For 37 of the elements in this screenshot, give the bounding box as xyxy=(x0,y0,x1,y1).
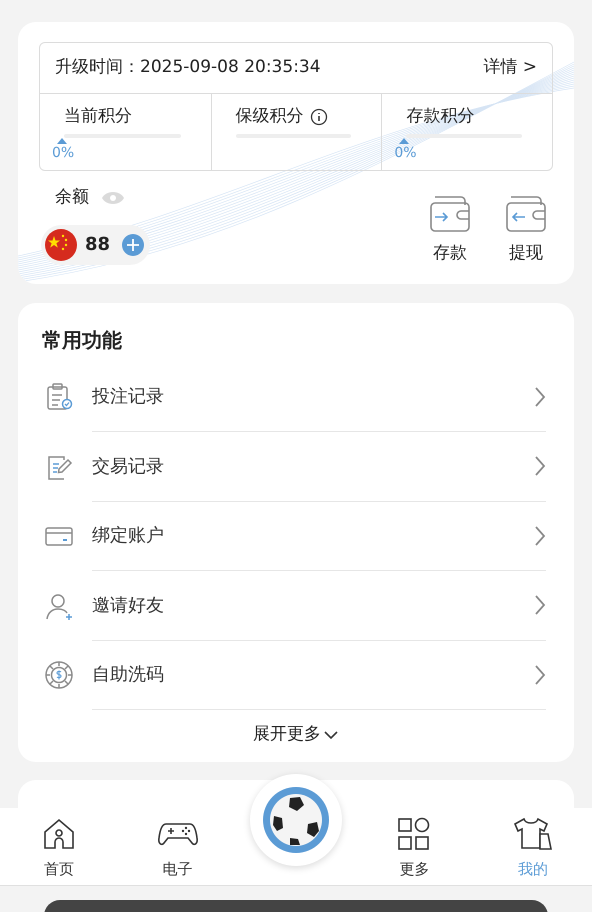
chevron-right-icon xyxy=(534,386,546,408)
nav-tab[interactable]: 更多 xyxy=(355,808,474,885)
coin-chip-icon xyxy=(44,660,74,690)
menu-item[interactable]: 投注记录 xyxy=(18,362,574,432)
nav-tab[interactable]: 电子 xyxy=(118,808,237,885)
points-label: 存款积分 xyxy=(406,105,474,128)
menu-item[interactable]: 邀请好友 xyxy=(18,571,574,640)
marker-icon xyxy=(399,138,410,144)
wallet-action-button[interactable]: 存款 xyxy=(429,195,471,268)
chevron-right-icon xyxy=(534,664,546,686)
info-icon[interactable] xyxy=(310,108,328,126)
expand-more-button[interactable]: 展开更多 xyxy=(253,722,339,748)
flag-icon xyxy=(45,228,77,260)
progress-reading: 0% xyxy=(52,144,74,162)
chevron-down-icon xyxy=(323,730,339,740)
balance-amount: 88 xyxy=(85,233,110,257)
points-label: 当前积分 xyxy=(64,105,132,128)
menu-item[interactable]: 自助洗码 xyxy=(18,640,574,710)
chevron-right-icon xyxy=(534,594,546,616)
plus-icon[interactable] xyxy=(122,234,144,256)
nav-tab[interactable]: 首页 xyxy=(0,808,118,885)
chevron-right-icon xyxy=(534,455,546,478)
wallet-out-icon xyxy=(505,195,547,233)
balance-label: 余额 xyxy=(55,186,89,209)
marker-icon xyxy=(57,138,67,144)
section-title: 常用功能 xyxy=(41,326,123,354)
upgrade-time: 升级时间：2025-09-08 20:35:34 xyxy=(55,56,321,80)
points-label: 保级积分 xyxy=(236,105,304,128)
shirt-bag-icon xyxy=(512,816,554,852)
chevron-right-icon xyxy=(534,524,546,547)
wallet-action-button[interactable]: 提现 xyxy=(505,195,547,268)
details-link[interactable]: 详情 > xyxy=(483,55,537,81)
menu-item[interactable]: 绑定账户 xyxy=(18,502,574,571)
grid-icon xyxy=(396,816,432,852)
menu-item[interactable]: 交易记录 xyxy=(18,432,574,502)
wallet-in-icon xyxy=(429,195,471,233)
progress-reading: 0% xyxy=(394,144,417,162)
